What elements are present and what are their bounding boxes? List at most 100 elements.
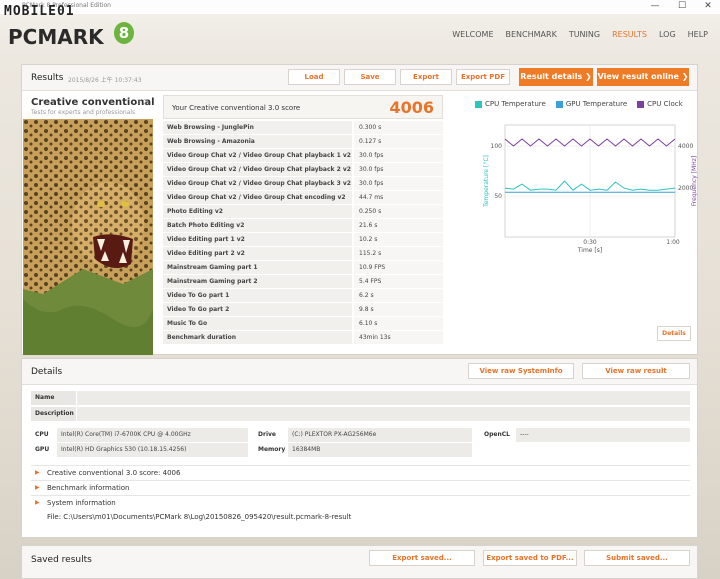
legend-label: GPU Temperature	[565, 100, 628, 108]
results-title: Results	[31, 73, 64, 83]
row-value: 115.2 s	[352, 247, 443, 260]
expand-arrow-icon: ▶	[35, 469, 40, 476]
drive-row: Drive (C:) PLEXTOR PX-AG256M6e	[254, 428, 474, 442]
cpu-row: CPU Intel(R) Core(TM) i7-6700K CPU @ 4.0…	[31, 428, 248, 442]
row-name: Music To Go	[163, 317, 352, 330]
row-name: Web Browsing - JunglePin	[163, 121, 352, 134]
submit-saved-button[interactable]: Submit saved...	[584, 550, 690, 566]
result-details-button[interactable]: Result details ❯	[519, 68, 593, 86]
row-name: Video Group Chat v2 / Video Group Chat p…	[163, 163, 352, 176]
row-value: 6.2 s	[352, 289, 443, 302]
description-label: Description	[31, 407, 76, 421]
expand-system-info[interactable]: ▶ System information	[31, 495, 690, 509]
chart-details-button[interactable]: Details	[657, 326, 691, 341]
load-button[interactable]: Load	[288, 69, 340, 85]
row-value: 0.127 s	[352, 135, 443, 148]
table-row: Batch Photo Editing v2 21.6 s	[163, 219, 443, 233]
row-name: Video To Go part 2	[163, 303, 352, 316]
legend-swatch	[637, 100, 645, 108]
export-saved-pdf-button[interactable]: Export saved to PDF...	[483, 550, 577, 566]
view-raw-result-button[interactable]: View raw result	[582, 363, 690, 379]
nav-tuning[interactable]: TUNING	[569, 30, 600, 39]
chart-legend: CPU Temperature GPU Temperature CPU Cloc…	[475, 100, 693, 108]
row-value: 5.4 FPS	[352, 275, 443, 288]
row-name: Video To Go part 1	[163, 289, 352, 302]
row-value: 43min 13s	[352, 331, 443, 344]
legend-label: CPU Clock	[647, 100, 683, 108]
pcmark-logo: PCMARK	[8, 25, 104, 49]
row-name: Web Browsing - Amazonia	[163, 135, 352, 148]
saved-results-title: Saved results	[31, 555, 92, 565]
table-row: Photo Editing v2 0.250 s	[163, 205, 443, 219]
ytick-right-4000: 4000	[678, 143, 693, 150]
results-header: Results 2015/8/26 上午 10:37:43 Load Save …	[22, 65, 697, 91]
expand-score[interactable]: ▶ Creative conventional 3.0 score: 4006	[31, 465, 690, 479]
row-name: Video Group Chat v2 / Video Group Chat p…	[163, 177, 352, 190]
legend-gpu-temp[interactable]: GPU Temperature	[555, 100, 628, 108]
xtick-100: 1:00	[666, 239, 680, 246]
row-value: 44.7 ms	[352, 191, 443, 204]
row-name: Benchmark duration	[163, 331, 352, 344]
minimize-button[interactable]: —	[645, 1, 665, 11]
table-row: Video Editing part 1 v2 10.2 s	[163, 233, 443, 247]
export-button[interactable]: Export	[400, 69, 452, 85]
score-label: Your Creative conventional 3.0 score	[172, 104, 301, 112]
nav-welcome[interactable]: WELCOME	[452, 30, 493, 39]
table-row: Video Group Chat v2 / Video Group Chat p…	[163, 163, 443, 177]
expand-label: Creative conventional 3.0 score: 4006	[47, 469, 181, 477]
pcmark-8-badge: 8	[114, 22, 134, 44]
watermark-logo: MOBILE01	[4, 4, 75, 19]
row-value: 30.0 fps	[352, 177, 443, 190]
row-value: 30.0 fps	[352, 163, 443, 176]
row-value: 6.10 s	[352, 317, 443, 330]
nav-log[interactable]: LOG	[659, 30, 676, 39]
memory-row: Memory 16384MB	[254, 443, 474, 457]
y-axis-right-label: Frequency [MHz]	[691, 156, 698, 206]
results-date: 2015/8/26 上午 10:37:43	[68, 77, 142, 84]
monitoring-chart: 100 50 4000 2000 0:30 1:00 Time [s] Temp…	[483, 124, 698, 254]
row-value: 0.300 s	[352, 121, 443, 134]
export-saved-button[interactable]: Export saved...	[369, 550, 475, 566]
saved-results-panel: Saved results Export saved... Export sav…	[21, 545, 698, 579]
save-button[interactable]: Save	[344, 69, 396, 85]
nav-help[interactable]: HELP	[688, 30, 708, 39]
main-nav: WELCOME BENCHMARK TUNING RESULTS LOG HEL…	[440, 30, 708, 39]
legend-cpu-temp[interactable]: CPU Temperature	[475, 100, 546, 108]
maximize-button[interactable]: ☐	[672, 1, 692, 11]
row-name: Batch Photo Editing v2	[163, 219, 352, 232]
ytick-left-50: 50	[494, 193, 502, 200]
table-row: Video Group Chat v2 / Video Group Chat e…	[163, 191, 443, 205]
row-value: 9.8 s	[352, 303, 443, 316]
row-value: 10.2 s	[352, 233, 443, 246]
row-value: 10.9 FPS	[352, 261, 443, 274]
memory-label: Memory	[254, 443, 286, 457]
legend-swatch	[475, 100, 482, 108]
row-name: Video Group Chat v2 / Video Group Chat e…	[163, 191, 352, 204]
ytick-left-100: 100	[491, 143, 503, 150]
nav-results[interactable]: RESULTS	[612, 30, 647, 39]
table-row: Mainstream Gaming part 2 5.4 FPS	[163, 275, 443, 289]
cpu-value: Intel(R) Core(TM) i7-6700K CPU @ 4.00GHz	[57, 428, 248, 442]
export-pdf-button[interactable]: Export PDF	[456, 69, 510, 85]
score-value: 4006	[389, 98, 434, 117]
opencl-row: OpenCL ----	[480, 428, 690, 442]
nav-benchmark[interactable]: BENCHMARK	[506, 30, 557, 39]
view-raw-sysinfo-button[interactable]: View raw SystemInfo	[468, 363, 574, 379]
row-name: Video Editing part 1 v2	[163, 233, 352, 246]
legend-swatch	[555, 100, 563, 108]
memory-value: 16384MB	[288, 443, 472, 457]
row-name: Mainstream Gaming part 2	[163, 275, 352, 288]
expand-label: System information	[47, 499, 116, 507]
legend-cpu-clock[interactable]: CPU Clock	[637, 100, 683, 108]
title-bar: PCMark 8 Professional Edition — ☐ ✕	[0, 0, 720, 14]
row-name: Mainstream Gaming part 1	[163, 261, 352, 274]
x-axis-label: Time [s]	[577, 247, 602, 254]
table-row: Benchmark duration 43min 13s	[163, 331, 443, 345]
result-file-path: File: C:\Users\m01\Documents\PCMark 8\Lo…	[47, 513, 352, 521]
view-online-button[interactable]: View result online ❯	[597, 68, 689, 86]
row-value: 30.0 fps	[352, 149, 443, 162]
close-button[interactable]: ✕	[698, 1, 718, 11]
benchmark-version: 3.0	[137, 99, 147, 106]
benchmark-name: Creative conventional	[31, 97, 155, 108]
expand-benchmark-info[interactable]: ▶ Benchmark information	[31, 480, 690, 494]
